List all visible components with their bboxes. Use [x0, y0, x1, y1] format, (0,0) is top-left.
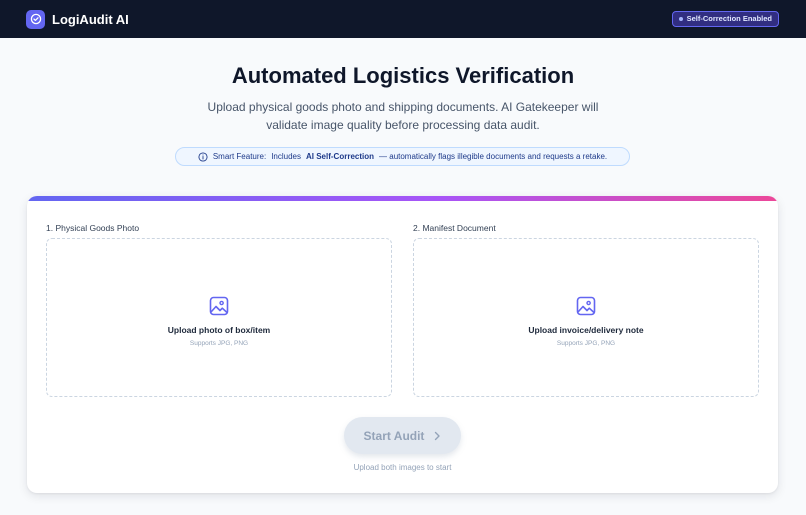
- brand[interactable]: LogiAudit AI: [26, 9, 129, 29]
- image-icon: [209, 296, 229, 316]
- start-audit-button[interactable]: Start Audit: [344, 417, 461, 454]
- start-helper-text: Upload both images to start: [353, 463, 452, 472]
- feature-text-after: — automatically flags illegible document…: [379, 152, 608, 161]
- goods-upload-title: Upload photo of box/item: [167, 325, 271, 335]
- chevron-right-icon: [435, 431, 441, 440]
- badge-label: Self-Correction Enabled: [686, 14, 772, 23]
- goods-upload-hint: Supports JPG, PNG: [189, 340, 249, 347]
- manifest-upload-title: Upload invoice/delivery note: [528, 325, 644, 335]
- image-icon: [576, 296, 596, 316]
- page-title: Automated Logistics Verification: [231, 63, 575, 88]
- page-subtitle: Upload physical goods photo and shipping…: [207, 100, 599, 132]
- manifest-document-dropzone[interactable]: Upload invoice/delivery note Supports JP…: [413, 238, 759, 397]
- app-name: LogiAudit AI: [52, 11, 129, 27]
- feature-highlight: AI Self-Correction: [306, 152, 375, 161]
- manifest-upload-hint: Supports JPG, PNG: [556, 340, 616, 347]
- feature-text-before: Includes: [271, 152, 301, 161]
- top-navbar: LogiAudit AI Self-Correction Enabled: [0, 0, 806, 38]
- status-dot-icon: [678, 17, 683, 21]
- feature-prefix: Smart Feature:: [212, 152, 267, 161]
- goods-photo-label: 1. Physical Goods Photo: [46, 223, 140, 233]
- check-circle-icon: [26, 9, 45, 29]
- info-icon: [198, 151, 208, 162]
- start-audit-label: Start Audit: [363, 428, 425, 443]
- manifest-document-label: 2. Manifest Document: [413, 223, 496, 233]
- smart-feature-banner: Smart Feature: Includes AI Self-Correcti…: [175, 147, 630, 166]
- goods-photo-dropzone[interactable]: Upload photo of box/item Supports JPG, P…: [46, 238, 392, 397]
- gradient-strip: [27, 196, 778, 201]
- upload-card: 1. Physical Goods Photo Upload photo of …: [27, 196, 778, 493]
- self-correction-badge: Self-Correction Enabled: [671, 11, 779, 27]
